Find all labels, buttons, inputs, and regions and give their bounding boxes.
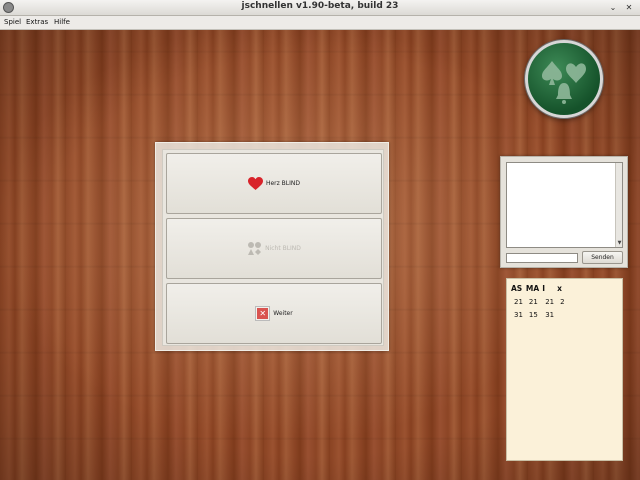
score-cell: 21 [528,298,538,306]
table-row: 21 21 21 2 [510,298,567,311]
score-cell [556,311,566,324]
score-header-i: I [542,284,545,293]
chat-log[interactable]: ▼ [506,162,623,248]
close-icon[interactable]: ✕ [623,2,635,13]
bid-panel-inner: Herz BLIND Nicht BLIND ✕ Weiter [162,149,384,346]
menu-extras[interactable]: Extras [26,18,48,26]
chevron-down-icon[interactable]: ⌄ [607,2,619,13]
title-bar: jschnellen v1.90-beta, build 23 ⌄ ✕ [0,0,640,16]
score-cell: 21 [514,298,523,306]
score-panel: AS MA I x 21 21 21 2 31 15 31 [506,278,623,461]
menu-bar: Spiel Extras Hilfe [0,16,640,30]
score-table: AS MA I x 21 21 21 2 31 15 31 [510,284,567,324]
score-header-as: AS [511,284,523,293]
menu-spiel[interactable]: Spiel [4,18,21,26]
bid-panel: Herz BLIND Nicht BLIND ✕ Weiter [155,142,389,351]
score-cell: 31 [514,311,523,319]
score-header-row: AS MA I x [510,284,567,298]
score-cell: 15 [528,311,538,319]
suits-logo-icon [525,40,603,118]
card-suits-icon [247,241,262,256]
nicht-blind-button[interactable]: Nicht BLIND [166,218,382,279]
score-cell: 21 [545,298,555,306]
herz-blind-label: Herz BLIND [265,180,301,187]
herz-blind-button[interactable]: Herz BLIND [166,153,382,214]
heart-icon [247,176,263,191]
weiter-label: Weiter [273,310,293,317]
score-header-x: x [557,284,562,293]
score-header-ma: MA [525,284,540,293]
send-button[interactable]: Senden [582,251,623,264]
chat-input[interactable] [506,253,578,263]
table-row: 31 15 31 [510,311,567,324]
nicht-blind-label: Nicht BLIND [265,245,301,252]
menu-hilfe[interactable]: Hilfe [54,18,70,26]
weiter-button[interactable]: ✕ Weiter [166,283,382,344]
score-cell: 31 [545,311,555,319]
chat-scrollbar[interactable]: ▼ [615,163,622,247]
close-icon: ✕ [255,306,271,321]
chat-panel: ▼ Senden [500,156,628,268]
scroll-down-icon[interactable]: ▼ [616,240,623,247]
score-cell: 2 [560,298,565,306]
window-title: jschnellen v1.90-beta, build 23 [241,1,399,11]
